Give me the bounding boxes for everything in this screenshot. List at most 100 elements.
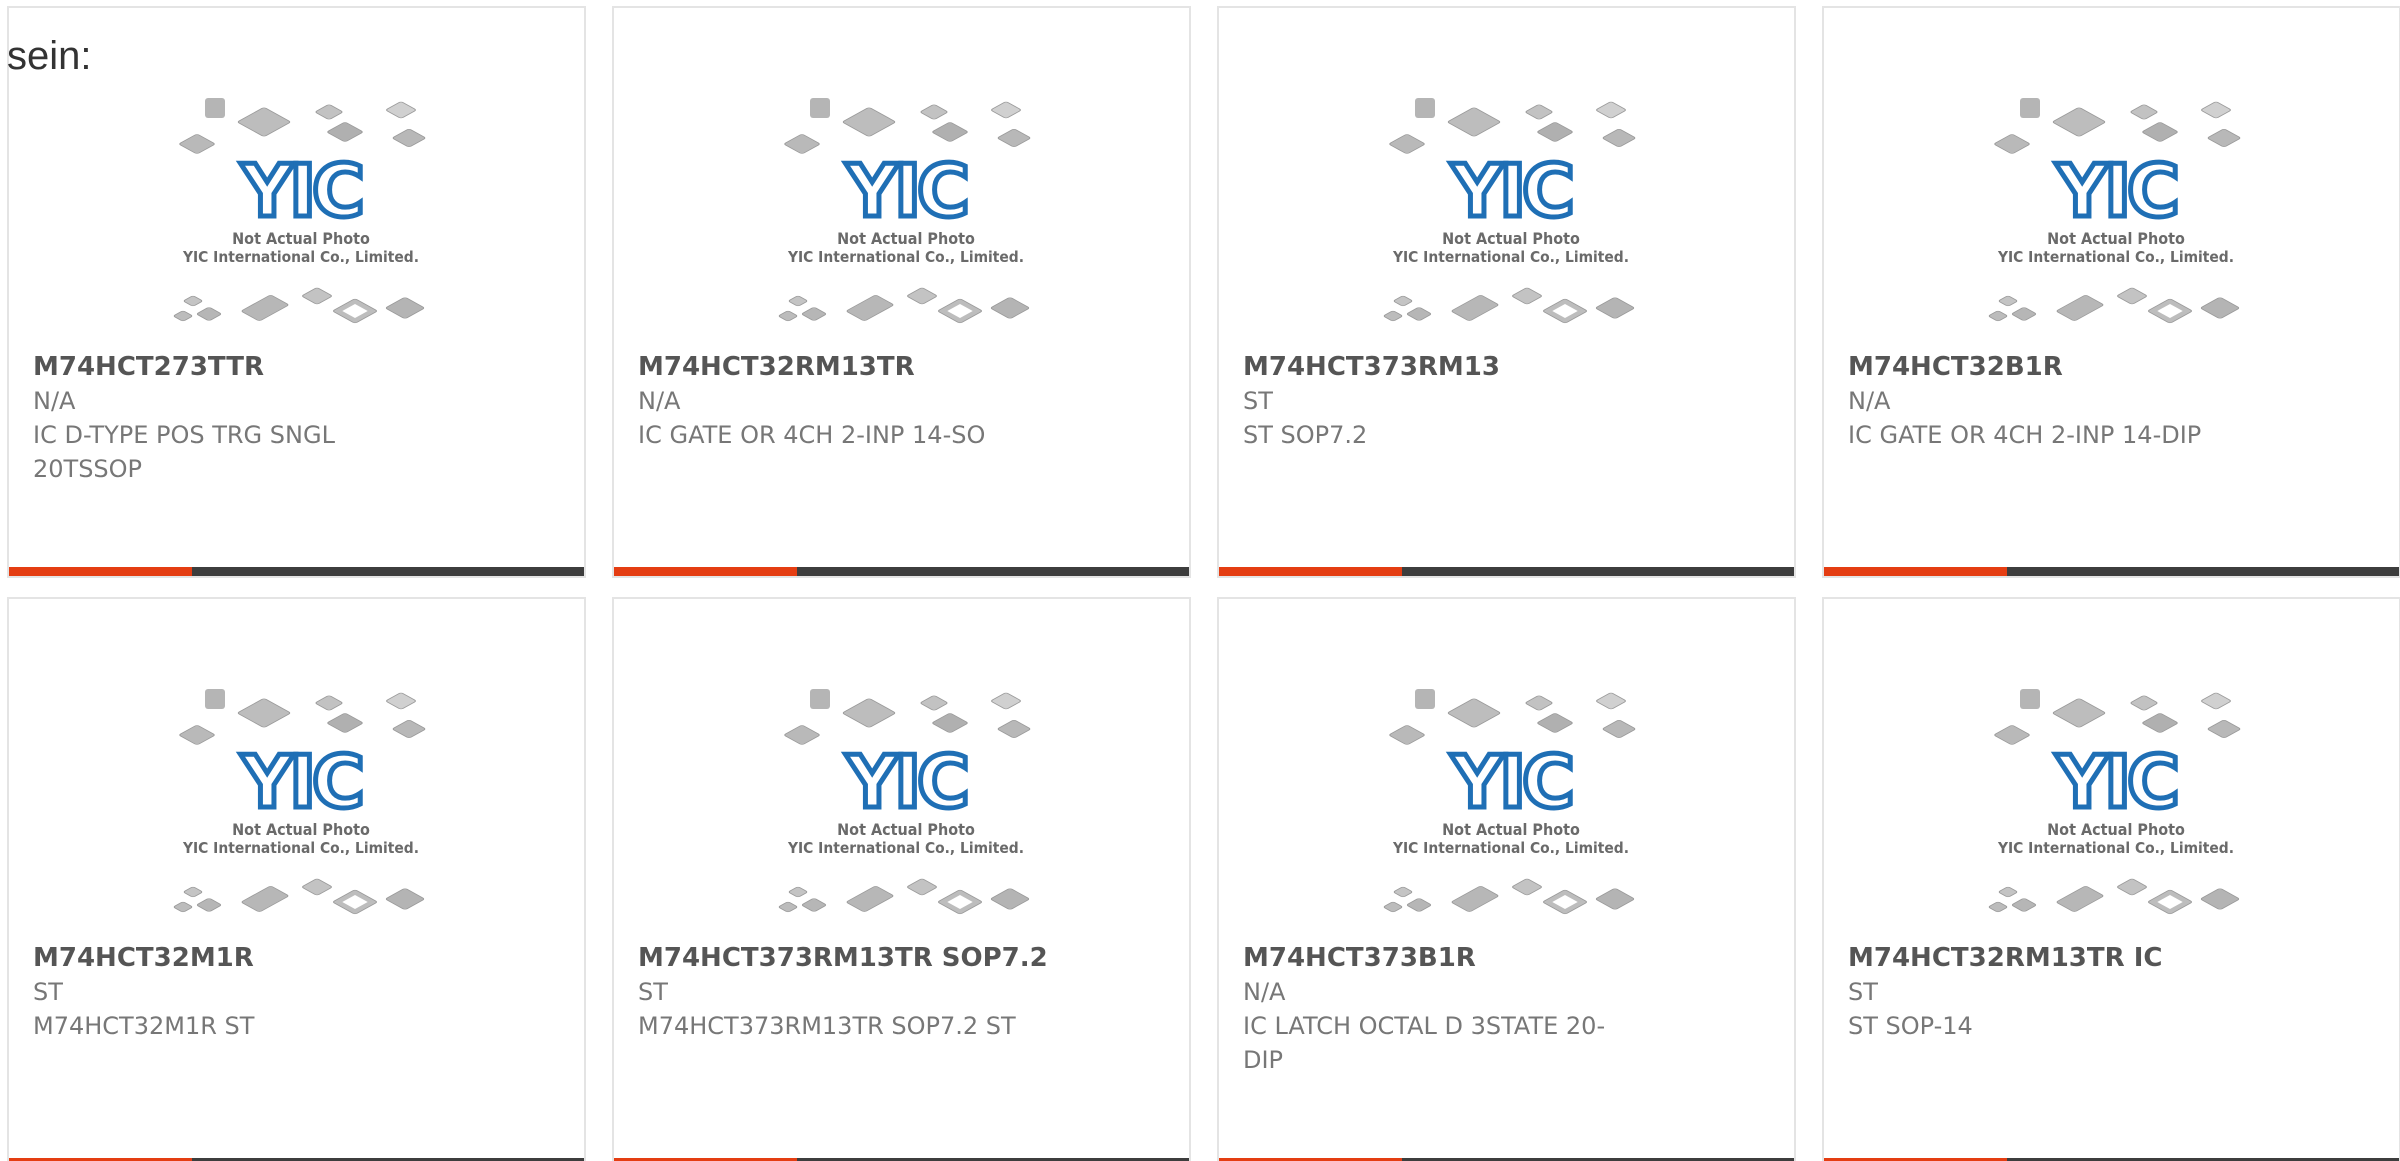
ic-package-icon: [1988, 901, 2008, 913]
ic-package-icon: [237, 698, 291, 728]
ic-package-icon: [1595, 297, 1635, 319]
product-image[interactable]: YIC Not Actual Photo YIC International Co.…: [169, 98, 433, 342]
product-card[interactable]: YIC Not Actual Photo YIC International Co.…: [1217, 6, 1796, 578]
part-number-link[interactable]: M74HCT373RM13: [1243, 350, 1683, 384]
ic-package-icon: [241, 295, 289, 321]
ic-package-icon: [173, 901, 193, 913]
yic-logo: YIC: [845, 740, 966, 824]
ic-package-icon: [997, 129, 1031, 147]
ic-package-icon: [997, 720, 1031, 738]
product-info: M74HCT273TTR N/A IC D-TYPE POS TRG SNGL …: [33, 350, 473, 486]
product-card[interactable]: YIC Not Actual Photo YIC International Co.…: [1217, 597, 1796, 1161]
ic-package-icon: [385, 888, 425, 910]
ic-package-icon: [2052, 107, 2106, 137]
ic-package-icon: [932, 713, 968, 733]
ic-package-icon: [386, 101, 416, 119]
product-image[interactable]: YIC Not Actual Photo YIC International Co.…: [1984, 689, 2248, 933]
ic-package-icon: [205, 689, 225, 709]
yic-logo: YIC: [2055, 149, 2176, 233]
product-info: M74HCT373B1R N/A IC LATCH OCTAL D 3STATE…: [1243, 941, 1683, 1077]
ic-package-icon: [1406, 898, 1432, 912]
product-image[interactable]: YIC Not Actual Photo YIC International Co.…: [1379, 98, 1643, 342]
card-accent-bar: [1824, 567, 2007, 576]
ic-package-icon: [173, 310, 193, 322]
placeholder-caption: Not Actual Photo: [1442, 820, 1580, 839]
part-number-link[interactable]: M74HCT32RM13TR: [638, 350, 1078, 384]
ic-package-icon: [991, 101, 1021, 119]
product-card[interactable]: YIC Not Actual Photo YIC International Co.…: [1822, 597, 2400, 1161]
yic-logo: YIC: [2055, 740, 2176, 824]
description: IC D-TYPE POS TRG SNGL 20TSSOP: [33, 421, 335, 483]
ic-package-icon: [842, 698, 896, 728]
description: M74HCT373RM13TR SOP7.2 ST: [638, 1012, 1016, 1040]
product-info: M74HCT373RM13TR SOP7.2 ST M74HCT373RM13T…: [638, 941, 1078, 1043]
ic-package-icon: [846, 295, 894, 321]
ic-package-icon: [1596, 101, 1626, 119]
card-bottom-bar: [9, 567, 584, 576]
part-number-link[interactable]: M74HCT32M1R: [33, 941, 473, 975]
ic-package-icon: [778, 310, 798, 322]
card-bottom-bar: [614, 567, 1189, 576]
ic-package-icon: [1393, 886, 1413, 898]
ic-package-icon: [2052, 698, 2106, 728]
not-actual-photo-placeholder: YICNot Actual PhotoYIC International Co.…: [778, 689, 1031, 915]
part-number-link[interactable]: M74HCT273TTR: [33, 350, 473, 384]
product-image[interactable]: YIC Not Actual Photo YIC International Co.…: [1984, 98, 2248, 342]
product-image[interactable]: YIC Not Actual Photo YIC International Co.…: [1379, 689, 1643, 933]
ic-package-icon: [179, 134, 215, 154]
manufacturer: ST: [638, 978, 668, 1006]
ic-package-icon: [2020, 98, 2040, 118]
product-card[interactable]: YIC Not Actual Photo YIC International Co.…: [7, 597, 586, 1161]
product-card[interactable]: YIC Not Actual Photo YIC International Co.…: [7, 6, 586, 578]
ic-package-icon: [1451, 295, 1499, 321]
product-image[interactable]: YIC Not Actual Photo YIC International Co.…: [774, 689, 1038, 933]
ic-package-icon: [2056, 295, 2104, 321]
manufacturer: N/A: [1243, 978, 1286, 1006]
card-accent-bar: [1219, 567, 1402, 576]
ic-package-icon: [196, 307, 222, 321]
ic-package-icon: [2201, 692, 2231, 710]
ic-package-icon: [1543, 298, 1587, 324]
product-info: M74HCT32M1R ST M74HCT32M1R ST: [33, 941, 473, 1043]
part-number-link[interactable]: M74HCT32B1R: [1848, 350, 2288, 384]
placeholder-company: YIC International Co., Limited.: [787, 839, 1024, 857]
product-image[interactable]: YIC Not Actual Photo YIC International Co.…: [774, 98, 1038, 342]
product-image[interactable]: YIC Not Actual Photo YIC International Co.…: [169, 689, 433, 933]
ic-package-icon: [179, 725, 215, 745]
ic-package-icon: [1602, 720, 1636, 738]
manufacturer: N/A: [1848, 387, 1891, 415]
ic-package-icon: [2056, 886, 2104, 912]
placeholder-caption: Not Actual Photo: [1442, 229, 1580, 248]
card-accent-bar: [9, 567, 192, 576]
ic-package-icon: [1406, 307, 1432, 321]
placeholder-company: YIC International Co., Limited.: [182, 248, 419, 266]
ic-package-icon: [1537, 713, 1573, 733]
ic-package-icon: [302, 878, 332, 896]
ic-package-icon: [784, 725, 820, 745]
ic-package-icon: [1525, 695, 1553, 711]
part-number-link[interactable]: M74HCT373RM13TR SOP7.2: [638, 941, 1078, 975]
placeholder-caption: Not Actual Photo: [2047, 820, 2185, 839]
product-card[interactable]: YIC Not Actual Photo YIC International Co.…: [1822, 6, 2400, 578]
placeholder-company: YIC International Co., Limited.: [1997, 248, 2234, 266]
product-card[interactable]: YIC Not Actual Photo YIC International Co.…: [612, 6, 1191, 578]
ic-package-icon: [842, 107, 896, 137]
part-number-link[interactable]: M74HCT32RM13TR IC: [1848, 941, 2288, 975]
ic-package-icon: [1994, 725, 2030, 745]
manufacturer: N/A: [33, 387, 76, 415]
ic-package-icon: [183, 295, 203, 307]
ic-package-icon: [2200, 297, 2240, 319]
yic-logo: YIC: [1450, 740, 1571, 824]
ic-package-icon: [810, 98, 830, 118]
part-number-link[interactable]: M74HCT373B1R: [1243, 941, 1683, 975]
yic-logo: YIC: [240, 740, 361, 824]
product-card[interactable]: YIC Not Actual Photo YIC International Co.…: [612, 597, 1191, 1161]
card-bottom-bar: [1219, 567, 1794, 576]
ic-package-icon: [2142, 122, 2178, 142]
ic-package-icon: [1595, 888, 1635, 910]
description: ST SOP7.2: [1243, 421, 1368, 449]
ic-package-icon: [1988, 310, 2008, 322]
product-info: M74HCT32RM13TR N/A IC GATE OR 4CH 2-INP …: [638, 350, 1078, 452]
ic-package-icon: [778, 901, 798, 913]
placeholder-caption: Not Actual Photo: [232, 229, 370, 248]
